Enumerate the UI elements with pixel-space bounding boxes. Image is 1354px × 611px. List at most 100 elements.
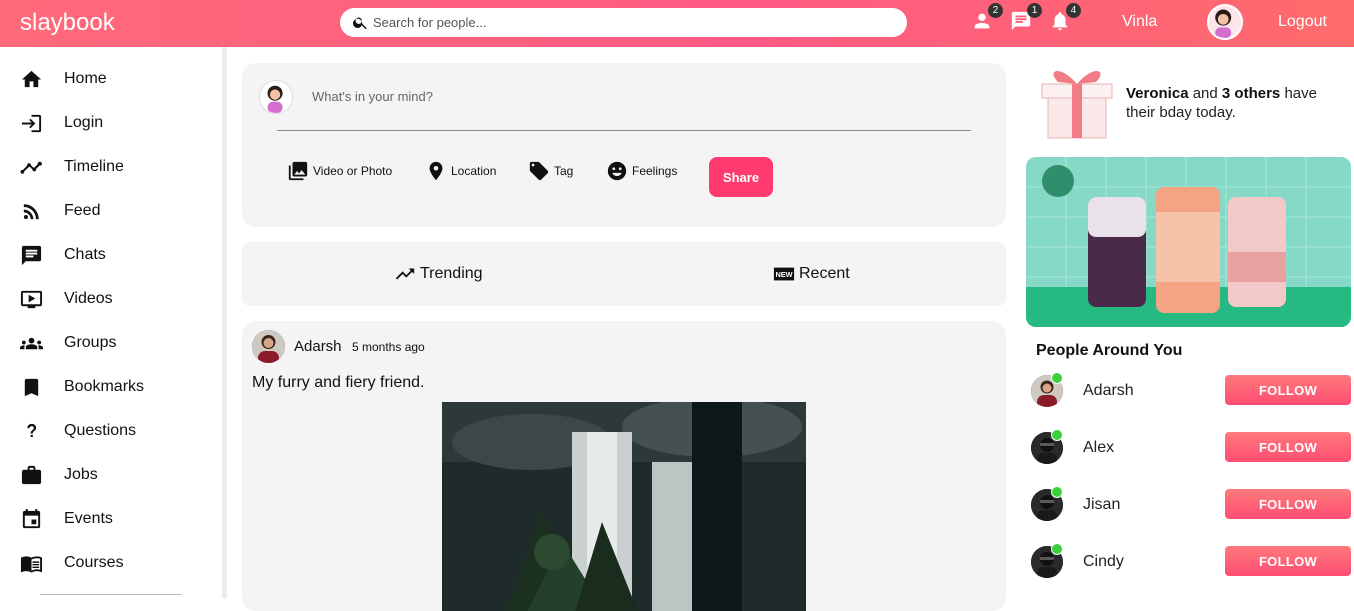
post-time: 5 months ago [352,340,425,354]
post-text: My furry and fiery friend. [252,374,425,391]
post-input[interactable]: What's in your mind? [312,89,433,104]
search-bar[interactable] [340,8,907,37]
sidebar-item-events[interactable]: Events [20,507,113,531]
post-image[interactable] [442,402,806,611]
user-avatar-illustration [1215,9,1232,38]
online-indicator [1051,429,1063,441]
author-photo [252,330,285,363]
sidebar-item-courses[interactable]: Courses [20,551,124,575]
friend-requests-button[interactable]: 2 [971,3,1003,34]
sidebar-item-chats[interactable]: Chats [20,243,106,267]
share-button[interactable]: Share [709,157,773,197]
follow-button[interactable]: FOLLOW [1225,489,1351,519]
login-icon [21,114,42,132]
sidebar-item-label: Chats [64,246,106,263]
sidebar-item-label: Groups [64,334,117,351]
sidebar-item-label: Questions [64,422,137,439]
video-photo-option[interactable]: Video or Photo [287,160,392,182]
list-item: Cindy FOLLOW [1031,543,1351,578]
follow-button[interactable]: FOLLOW [1225,432,1351,462]
sidebar: Home Login Timeline Feed Chats Videos Gr… [0,47,222,598]
sidebar-item-questions[interactable]: Questions [20,419,136,443]
person-name[interactable]: Cindy [1083,553,1124,571]
calendar-icon [22,508,41,528]
people-around-title: People Around You [1036,342,1183,359]
sidebar-item-label: Feed [64,202,101,219]
option-label: Location [451,164,497,178]
online-indicator [1051,543,1063,555]
tab-label: Trending [420,265,483,282]
tab-recent[interactable]: NEW Recent [773,263,850,285]
post-author[interactable]: Adarsh [294,338,342,355]
timeline-icon [20,161,43,174]
online-indicator [1051,486,1063,498]
sidebar-item-label: Bookmarks [64,378,145,395]
sidebar-item-timeline[interactable]: Timeline [20,155,124,179]
person-name[interactable]: Jisan [1083,496,1120,514]
birthday-and: and [1188,85,1222,102]
follow-button[interactable]: FOLLOW [1225,546,1351,576]
feed-post: Adarsh 5 months ago My furry and fiery f… [242,321,1006,611]
logout-button[interactable]: Logout [1278,13,1327,31]
location-icon [429,161,443,181]
tag-icon [529,161,549,181]
video-icon [20,290,43,308]
location-option[interactable]: Location [425,160,496,182]
search-input[interactable] [373,15,873,30]
tab-trending[interactable]: Trending [394,263,483,285]
svg-text:NEW: NEW [775,270,792,279]
user-avatar-illustration [267,85,283,113]
tab-label: Recent [799,265,850,282]
home-icon [21,70,42,87]
birthday-text: Veronica and 3 others have their bday to… [1126,84,1346,122]
sidebar-item-videos[interactable]: Videos [20,287,113,311]
follow-button[interactable]: FOLLOW [1225,375,1351,405]
photo-library-icon [288,161,308,181]
online-indicator [1051,372,1063,384]
sidebar-scrollbar[interactable] [222,47,227,598]
sidebar-item-label: Events [64,510,113,527]
app-logo[interactable]: slaybook [20,9,115,37]
avatar[interactable] [1207,4,1243,40]
rss-icon [23,203,39,219]
avatar[interactable] [252,330,285,363]
avatar[interactable] [259,80,293,114]
sidebar-divider [40,594,182,595]
new-badge-icon: NEW [773,267,795,281]
option-label: Feelings [632,164,678,178]
tag-option[interactable]: Tag [528,160,573,182]
messages-badge: 1 [1027,3,1042,18]
book-icon [20,555,43,573]
sidebar-item-bookmarks[interactable]: Bookmarks [20,375,144,399]
birthday-name: Veronica [1126,85,1189,102]
sidebar-item-label: Jobs [64,466,98,483]
chat-icon [21,245,42,265]
sidebar-item-groups[interactable]: Groups [20,331,116,355]
sidebar-item-home[interactable]: Home [20,67,107,91]
post-composer: What's in your mind? Video or Photo Loca… [242,63,1006,227]
sidebar-item-login[interactable]: Login [20,111,103,135]
sidebar-item-jobs[interactable]: Jobs [20,463,98,487]
groups-icon [20,337,43,349]
composer-divider [277,130,971,131]
messages-button[interactable]: 1 [1010,3,1042,34]
post-photo [442,402,806,611]
list-item: Adarsh FOLLOW [1031,372,1351,407]
notifications-button[interactable]: 4 [1049,3,1081,34]
birthday-card[interactable]: Veronica and 3 others have their bday to… [1026,60,1354,142]
trending-up-icon [395,268,415,280]
person-name[interactable]: Adarsh [1083,382,1134,400]
briefcase-icon [21,465,42,484]
option-label: Video or Photo [313,164,393,178]
sidebar-item-feed[interactable]: Feed [20,199,100,223]
question-icon [27,423,37,437]
gift-icon [1040,60,1114,140]
sidebar-item-label: Home [64,70,107,87]
list-item: Jisan FOLLOW [1031,486,1351,521]
username[interactable]: Vinla [1122,13,1157,31]
person-name[interactable]: Alex [1083,439,1114,457]
feelings-option[interactable]: Feelings [606,160,677,182]
sidebar-item-label: Login [64,114,104,131]
list-item: Alex FOLLOW [1031,429,1351,464]
ad-banner[interactable] [1026,157,1351,327]
